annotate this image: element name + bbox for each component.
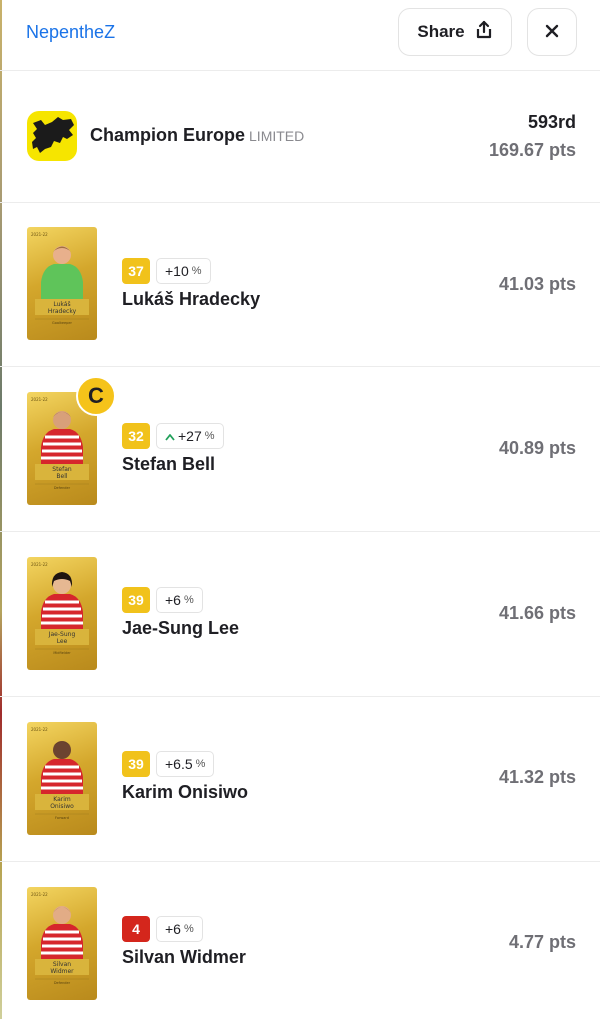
share-button[interactable]: Share bbox=[398, 8, 512, 56]
player-card-image[interactable]: 2021-22 Jae-Sung Lee Midfielder bbox=[27, 557, 97, 670]
player-points: 4.77 pts bbox=[508, 932, 576, 952]
bonus-badge: +27% bbox=[156, 423, 224, 449]
username-link[interactable]: NepentheZ bbox=[26, 22, 115, 43]
player-name: Karim Onisiwo bbox=[122, 782, 249, 802]
bonus-value: +10 bbox=[165, 263, 189, 279]
bonus-badge: +6.5% bbox=[156, 751, 215, 777]
player-badges: 39 +6% bbox=[122, 587, 203, 613]
svg-text:2021-22: 2021-22 bbox=[31, 397, 48, 402]
header: NepentheZ Share bbox=[0, 0, 600, 71]
competition-summary: Champion Europe LIMITED 593rd 169.67 pts bbox=[0, 71, 600, 203]
svg-text:Jae-Sung: Jae-Sung bbox=[48, 631, 76, 638]
svg-text:Goalkeeper: Goalkeeper bbox=[52, 321, 73, 325]
svg-text:Silvan: Silvan bbox=[53, 961, 71, 968]
svg-text:Lukáš: Lukáš bbox=[53, 301, 70, 308]
score-badge: 32 bbox=[122, 423, 150, 449]
player-row[interactable]: 2021-22 Karim Onisiwo Forward 39 +6.5% K… bbox=[0, 697, 600, 862]
player-row[interactable]: 2021-22 Lukáš Hradecky Goalkeeper 37 +10… bbox=[0, 202, 600, 367]
competition-title: Champion Europe bbox=[90, 125, 246, 145]
svg-text:Hradecky: Hradecky bbox=[48, 308, 77, 315]
svg-text:Forward: Forward bbox=[55, 816, 69, 820]
competition-name: Champion Europe LIMITED bbox=[90, 125, 304, 146]
player-row[interactable]: 2021-22 Jae-Sung Lee Midfielder 39 +6% J… bbox=[0, 532, 600, 697]
score-badge: 4 bbox=[122, 916, 150, 942]
svg-text:Stefan: Stefan bbox=[52, 466, 72, 473]
player-row[interactable]: 2021-22 Silvan Widmer Defender 4 +6% Sil… bbox=[0, 862, 600, 1026]
player-points: 41.03 pts bbox=[498, 274, 576, 294]
bonus-badge: +6% bbox=[156, 587, 203, 613]
bonus-percent: % bbox=[183, 923, 194, 935]
share-label: Share bbox=[417, 22, 465, 41]
competition-points: 169.67 pts bbox=[488, 140, 576, 160]
score-badge: 37 bbox=[122, 258, 150, 284]
competition-tag: LIMITED bbox=[249, 128, 305, 144]
score-badge: 39 bbox=[122, 587, 150, 613]
svg-text:Defender: Defender bbox=[54, 486, 71, 490]
player-name: Silvan Widmer bbox=[122, 947, 246, 967]
player-row[interactable]: 2021-22 Stefan Bell Defender C 32 +27% S… bbox=[0, 367, 600, 532]
svg-text:2021-22: 2021-22 bbox=[31, 727, 48, 732]
player-card-image[interactable]: 2021-22 Karim Onisiwo Forward bbox=[27, 722, 97, 835]
player-badges: 39 +6.5% bbox=[122, 751, 215, 777]
svg-text:Onisiwo: Onisiwo bbox=[50, 803, 74, 810]
svg-text:Defender: Defender bbox=[54, 981, 71, 985]
svg-text:2021-22: 2021-22 bbox=[31, 562, 48, 567]
bonus-percent: % bbox=[204, 430, 215, 442]
bonus-badge: +10% bbox=[156, 258, 211, 284]
captain-badge: C bbox=[76, 376, 116, 416]
close-button[interactable] bbox=[527, 8, 577, 56]
player-card-image[interactable]: 2021-22 Silvan Widmer Defender bbox=[27, 887, 97, 1000]
bonus-percent: % bbox=[183, 594, 194, 606]
bonus-value: +6.5 bbox=[165, 756, 193, 772]
competition-rank: 593rd bbox=[527, 112, 576, 132]
bonus-value: +6 bbox=[165, 592, 181, 608]
share-upload-icon bbox=[475, 20, 493, 45]
player-badges: 37 +10% bbox=[122, 258, 211, 284]
player-points: 40.89 pts bbox=[498, 438, 576, 458]
svg-text:Karim: Karim bbox=[53, 796, 71, 803]
svg-text:2021-22: 2021-22 bbox=[31, 232, 48, 237]
up-arrow-icon bbox=[165, 428, 175, 444]
svg-text:Midfielder: Midfielder bbox=[53, 651, 71, 655]
bonus-value: +6 bbox=[165, 921, 181, 937]
bonus-percent: % bbox=[195, 758, 206, 770]
svg-text:Bell: Bell bbox=[56, 473, 67, 480]
player-points: 41.66 pts bbox=[498, 603, 576, 623]
score-badge: 39 bbox=[122, 751, 150, 777]
svg-text:Lee: Lee bbox=[57, 638, 68, 645]
svg-text:Widmer: Widmer bbox=[50, 968, 74, 975]
svg-text:2021-22: 2021-22 bbox=[31, 892, 48, 897]
bonus-badge: +6% bbox=[156, 916, 203, 942]
player-name: Jae-Sung Lee bbox=[122, 618, 240, 638]
player-card-image[interactable]: 2021-22 Lukáš Hradecky Goalkeeper bbox=[27, 227, 97, 340]
close-icon bbox=[545, 23, 559, 42]
player-name: Stefan Bell bbox=[122, 454, 216, 474]
europe-map-logo bbox=[27, 111, 77, 161]
player-badges: 4 +6% bbox=[122, 916, 203, 942]
bonus-percent: % bbox=[191, 265, 202, 277]
player-points: 41.32 pts bbox=[498, 767, 576, 787]
player-badges: 32 +27% bbox=[122, 423, 224, 449]
bonus-value: +27 bbox=[178, 428, 202, 444]
player-name: Lukáš Hradecky bbox=[122, 289, 261, 309]
